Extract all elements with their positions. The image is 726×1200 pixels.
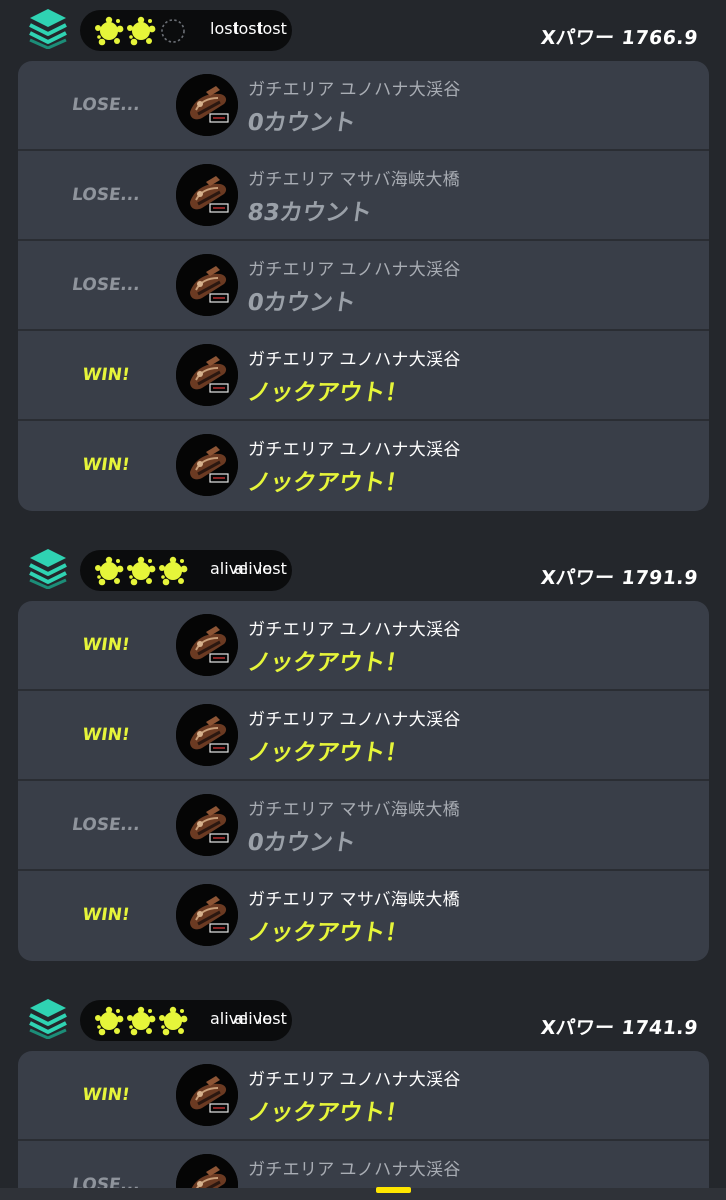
match-score: ノックアウト！ [245,380,410,406]
empty-circle-icon [158,16,188,46]
ink-splat-icon [126,16,156,46]
ink-splat-icon [94,1006,124,1036]
series-header: alive alive lost Xパワー 1741.9 [0,995,726,1045]
series-header: lost lost lost Xパワー 1766.9 [0,5,726,55]
match-row[interactable]: LOSE... ガチエリア マサバ海峡大橋 0カウント [18,781,709,871]
match-stage: ガチエリア マサバ海峡大橋 [248,800,460,819]
match-card: LOSE... ガチエリア ユノハナ大渓谷 0カウント LOSE... ガチエリア マサ… [18,61,709,511]
x-match-stack-icon [26,547,70,590]
match-card: WIN! ガチエリア ユノハナ大渓谷 ノックアウト！ WIN! ガチエリア ユノハナ大渓… [18,601,709,961]
x-power-value: Xパワー 1791.9 [539,567,699,589]
weapon-icon [176,794,238,856]
ink-splat-icon [158,556,188,586]
series-progress-pill: lost lost lost [80,10,292,51]
match-result: LOSE... [70,815,142,835]
x-power-value: Xパワー 1766.9 [539,27,699,49]
ink-splat-icon [94,556,124,586]
series-block: alive alive lost Xパワー 1741.9 WIN! ガチエリア ユノハナ大… [0,995,726,1200]
match-stage: ガチエリア ユノハナ大渓谷 [248,620,461,639]
match-result: WIN! [81,725,131,745]
squid-lost-icon: lost [258,19,287,38]
ink-splat-icon [158,1006,188,1036]
series-header: alive alive lost Xパワー 1791.9 [0,545,726,595]
match-stage: ガチエリア ユノハナ大渓谷 [248,260,461,279]
match-stage: ガチエリア ユノハナ大渓谷 [248,710,461,729]
match-score: ノックアウト！ [245,1100,410,1126]
match-stage: ガチエリア ユノハナ大渓谷 [248,1070,461,1089]
x-power-value: Xパワー 1741.9 [539,1017,699,1039]
match-stage: ガチエリア ユノハナ大渓谷 [248,80,461,99]
series-progress-pill: alive alive lost [80,1000,292,1041]
x-match-stack-icon [26,997,70,1040]
squid-lost-icon: lost [210,19,239,38]
match-score: 0カウント [245,290,358,316]
ink-splat-icon [126,1006,156,1036]
match-stage: ガチエリア ユノハナ大渓谷 [248,1160,461,1179]
match-row[interactable]: WIN! ガチエリア ユノハナ大渓谷ノックアウト！ [18,601,709,691]
match-result: WIN! [81,1085,131,1105]
weapon-icon [176,884,238,946]
match-row[interactable]: LOSE... ガチエリア ユノハナ大渓谷 0カウント [18,61,709,151]
squid-icon: alive [234,1009,273,1028]
series-block: lost lost lost Xパワー 1766.9 LOSE... ガチエリア ユノハナ… [0,5,726,511]
match-row[interactable]: WIN! ガチエリア ユノハナ大渓谷ノックアウト！ [18,691,709,781]
match-result: LOSE... [70,275,142,295]
squid-icon: alive [210,559,249,578]
match-result: LOSE... [70,185,142,205]
match-score: ノックアウト！ [245,650,410,676]
match-row[interactable]: WIN! ガチエリア マサバ海峡大橋ノックアウト！ [18,871,709,961]
match-card: WIN! ガチエリア ユノハナ大渓谷 ノックアウト！ LOSE... ガチエリア ユノハ… [18,1051,709,1200]
weapon-icon [176,614,238,676]
weapon-icon [176,164,238,226]
match-row[interactable]: WIN! ガチエリア ユノハナ大渓谷ノックアウト！ [18,1051,709,1141]
bottom-bar [0,1188,726,1200]
weapon-icon [176,344,238,406]
match-score: 83カウント [245,200,374,226]
ink-splat-icon [126,556,156,586]
squid-lost-icon: lost [258,559,287,578]
series-progress-pill: alive alive lost [80,550,292,591]
match-result: WIN! [81,635,131,655]
match-stage: ガチエリア マサバ海峡大橋 [248,890,460,909]
match-score: 0カウント [245,830,358,856]
match-score: ノックアウト！ [245,470,410,496]
home-indicator[interactable] [376,1187,411,1193]
match-row[interactable]: LOSE... ガチエリア ユノハナ大渓谷 0カウント [18,241,709,331]
ink-splat-icon [94,16,124,46]
x-match-stack-icon [26,7,70,50]
match-score: ノックアウト！ [245,920,410,946]
weapon-icon [176,704,238,766]
match-score: ノックアウト！ [245,740,410,766]
weapon-icon [176,254,238,316]
match-score: 0カウント [245,110,358,136]
weapon-icon [176,1064,238,1126]
series-progress-icons: alive alive lost [94,1006,287,1036]
squid-icon: alive [210,1009,249,1028]
weapon-icon [176,74,238,136]
match-row[interactable]: WIN! ガチエリア ユノハナ大渓谷ノックアウト！ [18,421,709,511]
series-block: alive alive lost Xパワー 1791.9 WIN! ガチエリア ユノハナ大… [0,545,726,961]
weapon-icon [176,434,238,496]
match-row[interactable]: WIN! ガチエリア ユノハナ大渓谷ノックアウト！ [18,331,709,421]
match-result: WIN! [81,365,131,385]
match-row[interactable]: LOSE... ガチエリア マサバ海峡大橋 83カウント [18,151,709,241]
squid-lost-icon: lost [258,1009,287,1028]
match-result: WIN! [81,905,131,925]
match-stage: ガチエリア ユノハナ大渓谷 [248,440,461,459]
squid-icon: alive [234,559,273,578]
match-result: WIN! [81,455,131,475]
squid-lost-icon: lost [234,19,263,38]
match-result: LOSE... [70,95,142,115]
series-progress-icons: alive alive lost [94,556,287,586]
match-stage: ガチエリア ユノハナ大渓谷 [248,350,461,369]
match-stage: ガチエリア マサバ海峡大橋 [248,170,460,189]
series-progress-icons: lost lost lost [94,16,287,46]
